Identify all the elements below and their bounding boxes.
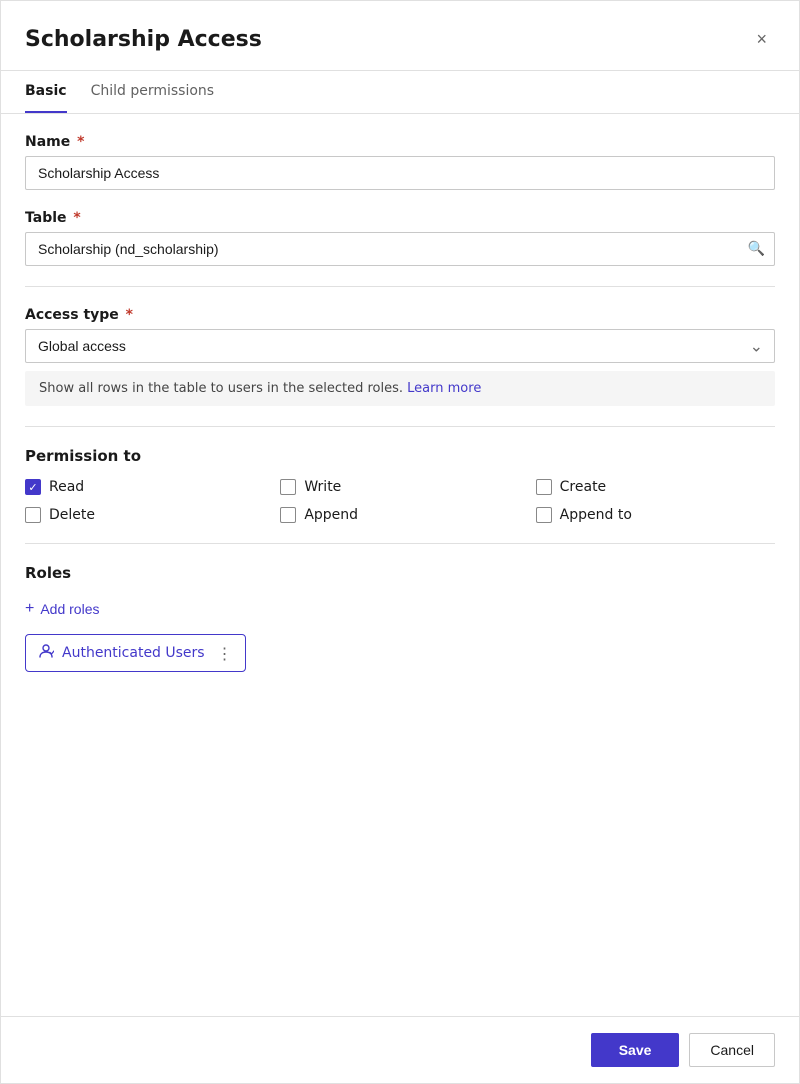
name-field-group: Name * bbox=[25, 134, 775, 190]
table-input[interactable] bbox=[25, 232, 775, 266]
name-label: Name * bbox=[25, 134, 775, 150]
permission-read[interactable]: Read bbox=[25, 479, 264, 495]
table-label: Table * bbox=[25, 210, 775, 226]
learn-more-link[interactable]: Learn more bbox=[407, 381, 481, 396]
tab-basic[interactable]: Basic bbox=[25, 71, 67, 113]
divider-2 bbox=[25, 426, 775, 427]
roles-section: Roles + Add roles Authenticated Users ⋮ bbox=[25, 564, 775, 672]
role-chip-menu-icon[interactable]: ⋮ bbox=[213, 644, 233, 663]
permission-write[interactable]: Write bbox=[280, 479, 519, 495]
permission-append[interactable]: Append bbox=[280, 507, 519, 523]
table-input-wrapper: 🔍 bbox=[25, 232, 775, 266]
permission-append-to[interactable]: Append to bbox=[536, 507, 775, 523]
close-button[interactable]: × bbox=[748, 25, 775, 54]
permission-append-to-label: Append to bbox=[560, 507, 632, 523]
permission-delete-label: Delete bbox=[49, 507, 95, 523]
plus-icon: + bbox=[25, 600, 34, 618]
access-type-select-wrapper: Global access Owner access Team access ⌄ bbox=[25, 329, 775, 363]
dialog-title: Scholarship Access bbox=[25, 27, 262, 52]
permission-append-label: Append bbox=[304, 507, 358, 523]
checkbox-create[interactable] bbox=[536, 479, 552, 495]
divider-1 bbox=[25, 286, 775, 287]
name-input[interactable] bbox=[25, 156, 775, 190]
roles-title: Roles bbox=[25, 564, 775, 582]
save-button[interactable]: Save bbox=[591, 1033, 680, 1067]
checkbox-write[interactable] bbox=[280, 479, 296, 495]
tabs-bar: Basic Child permissions bbox=[1, 71, 799, 114]
dialog: Scholarship Access × Basic Child permiss… bbox=[0, 0, 800, 1084]
access-type-select[interactable]: Global access Owner access Team access bbox=[25, 329, 775, 363]
access-type-label: Access type * bbox=[25, 307, 775, 323]
role-chip-authenticated-users[interactable]: Authenticated Users ⋮ bbox=[25, 634, 246, 672]
permission-delete[interactable]: Delete bbox=[25, 507, 264, 523]
dialog-header: Scholarship Access × bbox=[1, 1, 799, 71]
add-roles-button[interactable]: + Add roles bbox=[25, 596, 100, 622]
divider-3 bbox=[25, 543, 775, 544]
permissions-section: Permission to Read Write Create bbox=[25, 447, 775, 523]
dialog-footer: Save Cancel bbox=[1, 1016, 799, 1083]
checkbox-read[interactable] bbox=[25, 479, 41, 495]
authenticated-users-label: Authenticated Users bbox=[62, 645, 205, 661]
dialog-body: Name * Table * 🔍 Access type * Global ac… bbox=[1, 114, 799, 1016]
table-search-icon: 🔍 bbox=[748, 241, 765, 257]
permission-create-label: Create bbox=[560, 479, 607, 495]
checkbox-delete[interactable] bbox=[25, 507, 41, 523]
authenticated-users-icon bbox=[38, 643, 54, 663]
table-field-group: Table * 🔍 bbox=[25, 210, 775, 266]
cancel-button[interactable]: Cancel bbox=[689, 1033, 775, 1067]
permission-write-label: Write bbox=[304, 479, 341, 495]
permissions-title: Permission to bbox=[25, 447, 775, 465]
access-type-field-group: Access type * Global access Owner access… bbox=[25, 307, 775, 406]
access-type-info: Show all rows in the table to users in t… bbox=[25, 371, 775, 406]
tab-child-permissions[interactable]: Child permissions bbox=[91, 71, 215, 113]
permission-read-label: Read bbox=[49, 479, 84, 495]
checkbox-append[interactable] bbox=[280, 507, 296, 523]
roles-list: Authenticated Users ⋮ bbox=[25, 634, 775, 672]
checkbox-append-to[interactable] bbox=[536, 507, 552, 523]
permissions-grid: Read Write Create Delete bbox=[25, 479, 775, 523]
permission-create[interactable]: Create bbox=[536, 479, 775, 495]
